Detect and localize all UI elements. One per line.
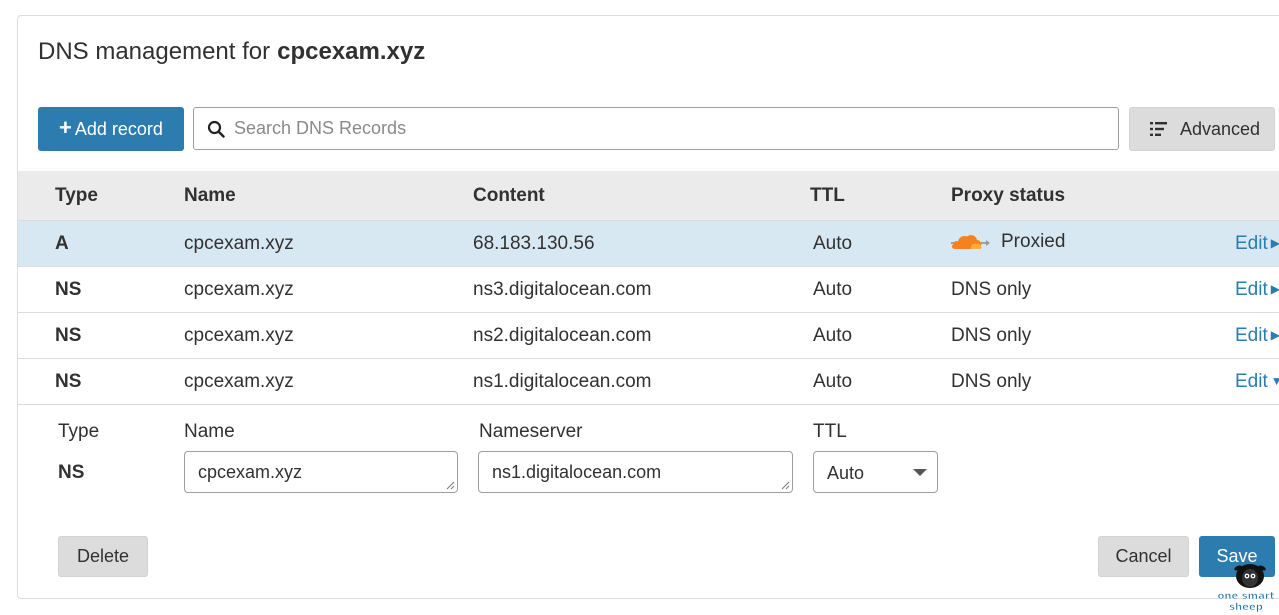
dns-records-table: Type Name Content TTL Proxy status A cpc… [18, 171, 1279, 405]
record-name: cpcexam.xyz [184, 279, 294, 300]
chevron-down-icon [913, 469, 927, 476]
table-row[interactable]: A cpcexam.xyz 68.183.130.56 Auto Proxied… [18, 221, 1279, 267]
nameserver-field[interactable]: ns1.digitalocean.com [478, 451, 793, 493]
record-proxy-status: DNS only [951, 325, 1032, 346]
form-ttl-label: TTL [813, 421, 847, 442]
record-type: NS [55, 371, 82, 392]
caret-right-icon: ▶ [1270, 282, 1279, 296]
proxy-status-label: Proxied [1001, 231, 1066, 252]
filter-list-icon [1150, 122, 1167, 136]
resize-handle-icon[interactable] [781, 481, 790, 490]
record-content: ns2.digitalocean.com [473, 325, 652, 346]
record-name: cpcexam.xyz [184, 233, 294, 254]
record-content: ns3.digitalocean.com [473, 279, 652, 300]
caret-right-icon: ▶ [1270, 236, 1279, 250]
add-record-button[interactable]: + Add record [38, 107, 184, 151]
record-name: cpcexam.xyz [184, 371, 294, 392]
table-row[interactable]: NS cpcexam.xyz ns1.digitalocean.com Auto… [18, 359, 1279, 405]
record-type: NS [55, 279, 82, 300]
ttl-select[interactable]: Auto [813, 451, 938, 493]
record-content: ns1.digitalocean.com [473, 371, 652, 392]
record-proxy-status: Proxied [951, 231, 1065, 253]
edit-label: Edit [1235, 279, 1268, 300]
record-ttl: Auto [813, 233, 853, 254]
search-box[interactable] [193, 107, 1119, 150]
table-header: Type Name Content TTL Proxy status [18, 171, 1279, 221]
record-type: A [55, 233, 69, 254]
ttl-select-value: Auto [827, 463, 865, 483]
nameserver-field-value: ns1.digitalocean.com [492, 462, 662, 482]
page-title-domain: cpcexam.xyz [277, 38, 426, 65]
name-field-value: cpcexam.xyz [198, 462, 303, 482]
page-title: DNS management for cpcexam.xyz [38, 38, 425, 66]
record-ttl: Auto [813, 279, 853, 300]
cancel-label: Cancel [1115, 546, 1172, 566]
record-name: cpcexam.xyz [184, 325, 294, 346]
table-row[interactable]: NS cpcexam.xyz ns3.digitalocean.com Auto… [18, 267, 1279, 313]
column-header-name[interactable]: Name [184, 185, 236, 207]
edit-link[interactable]: Edit ▶ [1235, 233, 1279, 255]
cancel-button[interactable]: Cancel [1098, 536, 1189, 577]
advanced-label: Advanced [1180, 118, 1261, 139]
column-header-type[interactable]: Type [55, 185, 98, 207]
delete-button[interactable]: Delete [58, 536, 148, 577]
orange-cloud-icon [951, 235, 990, 249]
plus-icon: + [59, 115, 72, 140]
form-type-label: Type [58, 421, 100, 442]
resize-handle-icon[interactable] [446, 481, 455, 490]
edit-link[interactable]: Edit ▶ [1235, 279, 1279, 301]
column-header-content[interactable]: Content [473, 185, 545, 207]
search-input[interactable] [232, 117, 1092, 140]
record-ttl: Auto [813, 371, 853, 392]
add-record-label: Add record [74, 118, 163, 139]
record-proxy-status: DNS only [951, 371, 1032, 392]
table-row[interactable]: NS cpcexam.xyz ns2.digitalocean.com Auto… [18, 313, 1279, 359]
advanced-button[interactable]: Advanced [1129, 107, 1275, 151]
name-field[interactable]: cpcexam.xyz [184, 451, 458, 493]
watermark-text-line2: sheep [1229, 602, 1263, 613]
column-header-ttl[interactable]: TTL [810, 185, 845, 207]
edit-label: Edit [1235, 325, 1268, 346]
delete-label: Delete [76, 546, 130, 566]
edit-label: Edit [1235, 371, 1268, 392]
caret-down-icon: ▼ [1270, 374, 1279, 388]
record-proxy-status: DNS only [951, 279, 1032, 300]
edit-link[interactable]: Edit ▼ [1235, 371, 1279, 393]
record-type: NS [55, 325, 82, 346]
form-name-label: Name [184, 421, 235, 442]
watermark-logo: one smart sheep [1217, 564, 1275, 613]
page-title-prefix: DNS management for [38, 38, 271, 65]
watermark-text-line1: one smart [1217, 591, 1274, 602]
column-header-proxy-status[interactable]: Proxy status [951, 185, 1065, 207]
search-icon [207, 120, 225, 138]
form-type-value: NS [58, 462, 85, 483]
edit-label: Edit [1235, 233, 1268, 254]
form-nameserver-label: Nameserver [479, 421, 583, 442]
caret-right-icon: ▶ [1270, 328, 1279, 342]
record-ttl: Auto [813, 325, 853, 346]
record-content: 68.183.130.56 [473, 233, 595, 254]
edit-link[interactable]: Edit ▶ [1235, 325, 1279, 347]
